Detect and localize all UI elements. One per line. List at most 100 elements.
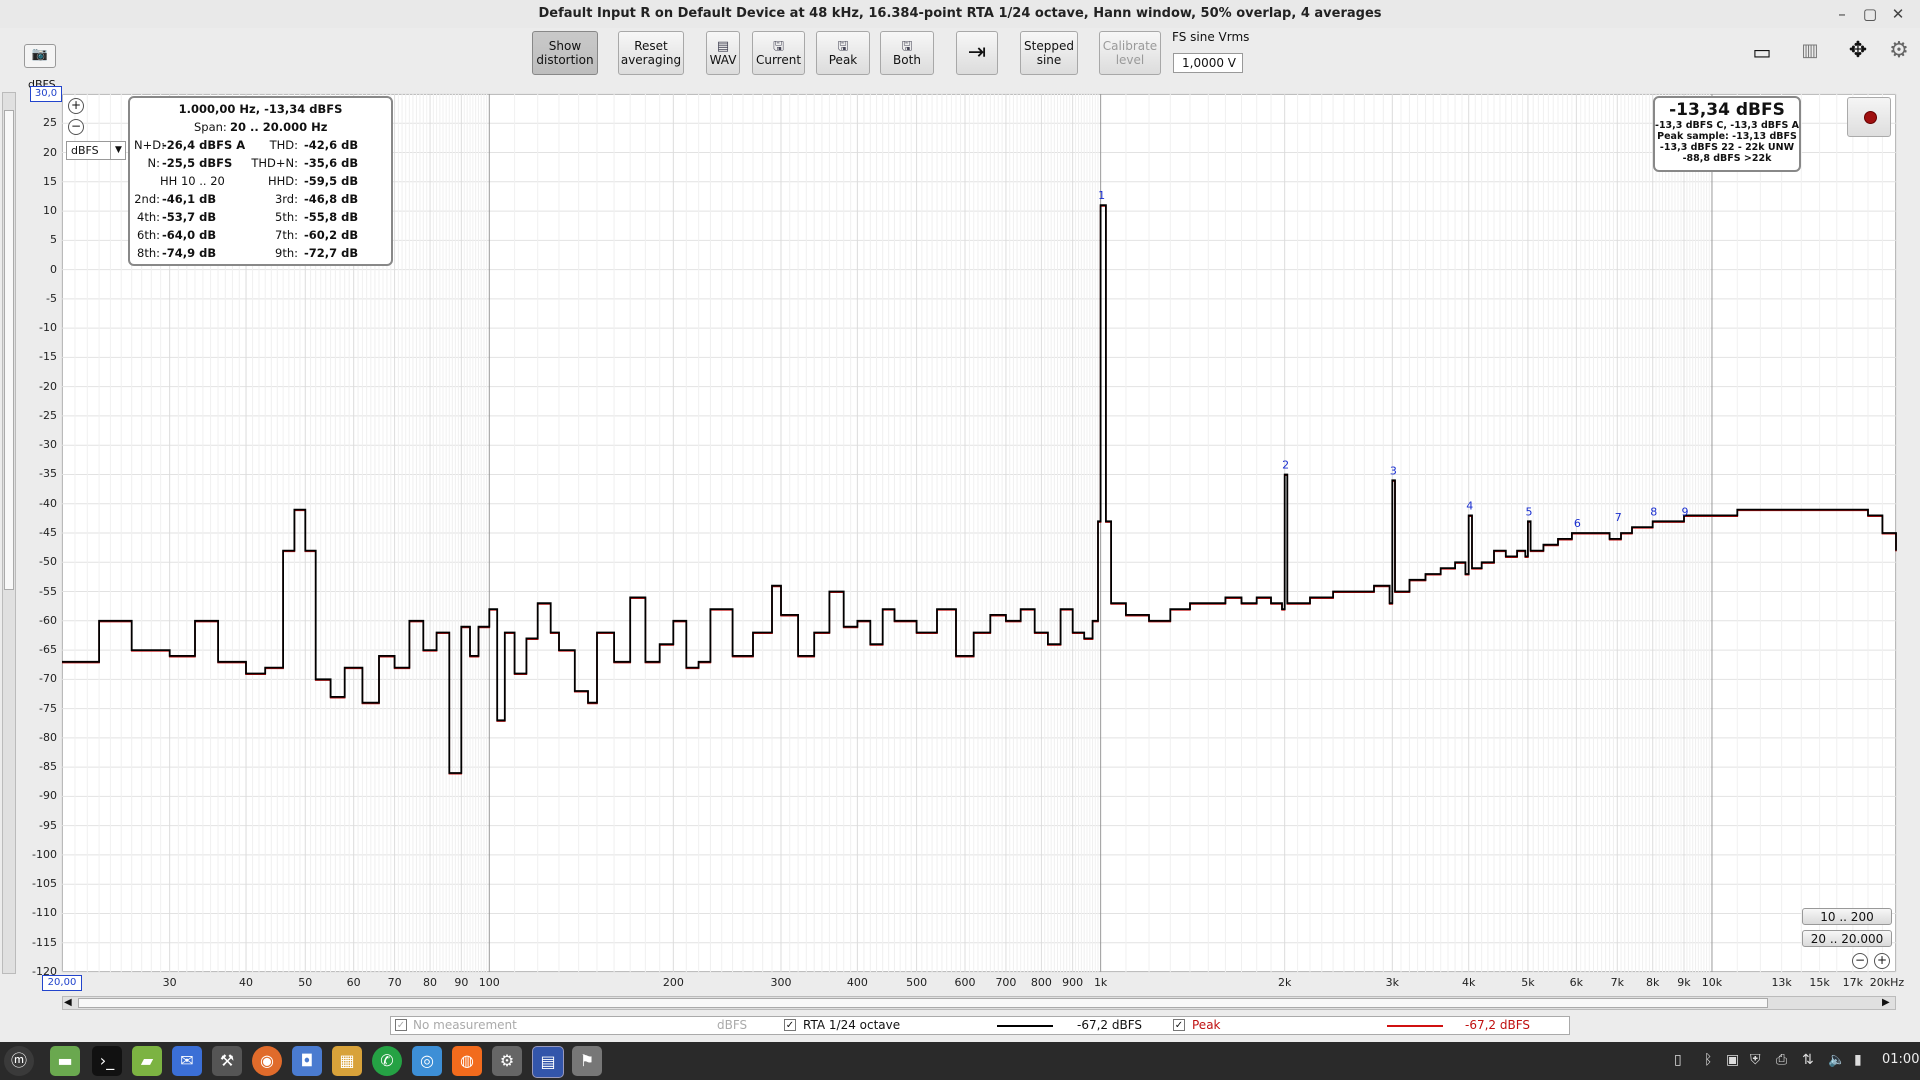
info-l-value: -46,1 dB xyxy=(162,192,217,206)
y-tick-label: -55 xyxy=(39,584,57,598)
browser-icon[interactable]: ◉ xyxy=(252,1046,282,1076)
scroll-right-icon[interactable]: ▶ xyxy=(1882,997,1890,1008)
y-tick-label: 10 xyxy=(43,204,57,218)
battery-icon[interactable]: ▮ xyxy=(1854,1052,1862,1068)
chromium-icon[interactable]: ◎ xyxy=(412,1046,442,1076)
zoom-out-icon[interactable]: − xyxy=(68,119,84,135)
info-l-label: 6th: xyxy=(137,228,160,242)
info-r-label: 9th: xyxy=(275,246,298,260)
horizontal-scroll-thumb[interactable] xyxy=(78,998,1768,1008)
y-tick-label: -15 xyxy=(39,350,57,364)
y-tick-label: -50 xyxy=(39,555,57,569)
x-tick-label: 200 xyxy=(662,976,684,989)
network-app-icon[interactable]: ⚑ xyxy=(572,1046,602,1076)
info-r-label: THD+N: xyxy=(251,156,298,170)
scroll-left-icon[interactable]: ◀ xyxy=(64,997,72,1008)
info-r-label: 3rd: xyxy=(274,192,298,206)
span-label: Span: xyxy=(194,120,227,134)
y-tick-label: -20 xyxy=(39,379,57,393)
y-tick-label: 20 xyxy=(43,145,57,159)
y-axis-top-value[interactable]: 30,0 xyxy=(30,86,62,102)
legend-bar: ✓ No measurement dBFS ✓ RTA 1/24 octave … xyxy=(390,1016,1570,1035)
zoom-in-icon[interactable]: + xyxy=(68,98,84,114)
y-tick-label: 0 xyxy=(50,262,57,276)
y-tick-label: -30 xyxy=(39,438,57,452)
x-tick-label: 20kHz xyxy=(1869,976,1905,989)
peak-value: -67,2 dBFS xyxy=(1465,1018,1531,1032)
info-l-value: -74,9 dB xyxy=(162,246,217,260)
printer-icon[interactable]: ⎙ xyxy=(1776,1052,1787,1068)
info-l-label: N: xyxy=(147,156,160,170)
info-l-label: 2nd: xyxy=(134,192,160,206)
level-line3: -13,3 dBFS 22 - 22k UNW xyxy=(1659,142,1795,153)
harmonic-label: 4 xyxy=(1466,499,1473,512)
rta-checkbox[interactable]: ✓ xyxy=(784,1019,796,1031)
chevron-down-icon[interactable]: ▼ xyxy=(110,142,126,159)
y-tick-label: -85 xyxy=(39,760,57,774)
y-tick-label: -65 xyxy=(39,643,57,657)
distortion-info-panel: 1.000,00 Hz, -13,34 dBFS Span: 20 .. 20.… xyxy=(128,96,393,266)
bluetooth-icon[interactable]: ᛒ xyxy=(1704,1052,1712,1068)
x-tick-label: 300 xyxy=(770,976,792,989)
level-panel: -13,34 dBFS -13,3 dBFS C, -13,3 dBFS A P… xyxy=(1653,96,1801,172)
desktop-icon[interactable]: ▬ xyxy=(50,1046,80,1076)
camera-app-icon[interactable]: ◘ xyxy=(292,1046,322,1076)
peak-checkbox[interactable]: ✓ xyxy=(1173,1019,1185,1031)
harmonic-label: 7 xyxy=(1615,511,1622,524)
harmonic-label: 1 xyxy=(1098,189,1105,202)
x-tick-label: 50 xyxy=(298,976,313,989)
menu-icon[interactable]: ⓜ xyxy=(4,1046,34,1076)
harmonic-label: 8 xyxy=(1650,505,1657,518)
y-tick-label: -5 xyxy=(46,291,57,305)
mail-icon[interactable]: ✉ xyxy=(172,1046,202,1076)
info-r-label: HHD: xyxy=(267,174,298,188)
folder-icon[interactable]: ▰ xyxy=(132,1046,162,1076)
settings-app-icon[interactable]: ⚙ xyxy=(492,1046,522,1076)
rew-app-icon[interactable]: ▤ xyxy=(532,1046,564,1078)
x-tick-label: 4k xyxy=(1462,976,1476,989)
info-frequency-level: 1.000,00 Hz, -13,34 dBFS xyxy=(178,102,343,116)
x-tick-label: 40 xyxy=(239,976,254,989)
info-l-value: -64,0 dB xyxy=(162,228,217,242)
x-tick-label: 100 xyxy=(478,976,500,989)
y-tick-label: -60 xyxy=(39,613,57,627)
y-tick-label: -95 xyxy=(39,818,57,832)
document-icon[interactable]: ▦ xyxy=(332,1046,362,1076)
calendar-icon[interactable]: ▣ xyxy=(1726,1052,1739,1068)
y-tick-label: -10 xyxy=(39,321,57,335)
info-r-value: -55,8 dB xyxy=(304,210,359,224)
info-l-value: -26,4 dBFS A xyxy=(162,138,246,152)
y-tick-label: -100 xyxy=(32,847,57,861)
y-tick-label: 5 xyxy=(50,233,57,247)
no-measurement-checkbox[interactable]: ✓ xyxy=(395,1019,407,1031)
terminal-icon[interactable]: ›_ xyxy=(92,1046,122,1076)
info-l-label: 8th: xyxy=(137,246,160,260)
x-tick-label: 3k xyxy=(1385,976,1399,989)
volume-icon[interactable]: 🔈 xyxy=(1828,1052,1845,1068)
peak-label: Peak xyxy=(1192,1018,1221,1032)
info-r-value: -59,5 dB xyxy=(304,174,359,188)
zoom-in-icon[interactable]: + xyxy=(1874,953,1890,969)
phone-icon[interactable]: ✆ xyxy=(372,1046,402,1076)
x-tick-label: 400 xyxy=(846,976,868,989)
tools-icon[interactable]: ⚒ xyxy=(212,1046,242,1076)
y-tick-label: -80 xyxy=(39,730,57,744)
harmonic-label: 6 xyxy=(1574,517,1581,530)
no-measurement-unit: dBFS xyxy=(717,1018,748,1032)
clipboard-icon[interactable]: ▯ xyxy=(1674,1052,1682,1068)
y-tick-label: -70 xyxy=(39,672,57,686)
info-r-value: -46,8 dB xyxy=(304,192,359,206)
app-icon[interactable]: ◍ xyxy=(452,1046,482,1076)
range-20-20000-button[interactable]: 20 .. 20.000 xyxy=(1802,930,1892,947)
level-line1: -13,3 dBFS C, -13,3 dBFS A xyxy=(1655,120,1799,131)
range-10-200-button[interactable]: 10 .. 200 xyxy=(1802,908,1892,925)
network-icon[interactable]: ⇅ xyxy=(1802,1052,1814,1068)
info-l-value: -25,5 dBFS xyxy=(162,156,233,170)
y-tick-label: -120 xyxy=(32,965,57,978)
info-r-label: THD: xyxy=(269,138,298,152)
zoom-out-icon[interactable]: − xyxy=(1852,953,1868,969)
shield-icon[interactable]: ⛨ xyxy=(1750,1052,1761,1068)
taskbar xyxy=(0,1042,1920,1080)
info-r-value: -72,7 dB xyxy=(304,246,359,260)
clock: 01:00 xyxy=(1882,1052,1920,1067)
